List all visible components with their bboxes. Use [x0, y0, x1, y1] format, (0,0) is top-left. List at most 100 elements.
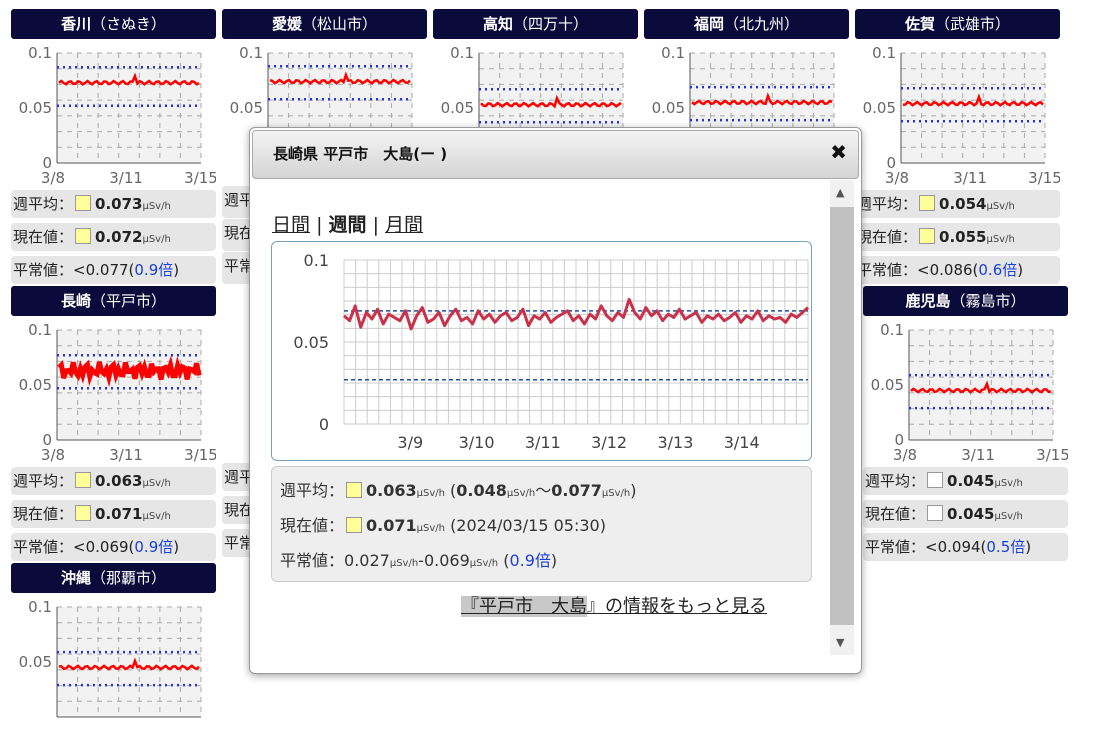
current-value-line: 現在値： 0.071μSv/h (2024/03/15 05:30) [280, 512, 606, 536]
stats-panel: 週平均： 0.063μSv/h (0.048μSv/h～0.077μSv/h) 現… [271, 466, 812, 582]
y-tick-label: 0.05 [863, 99, 896, 117]
unit: μSv/h [142, 234, 171, 245]
prefecture-name: 高知 [482, 15, 513, 33]
mini-chart[interactable]: 0.1 0.05 0 3/8 3/11 3/15 [863, 320, 1068, 462]
city-name: （那覇市） [91, 569, 167, 587]
week-average-value: 0.054 [939, 195, 987, 213]
x-tick-label: 3/11 [109, 169, 143, 185]
level-swatch [927, 472, 944, 488]
station-card-kagoshima[interactable]: 鹿児島（霧島市） 0.1 0.05 0 3/8 3/11 3/15 週平均： 0.045μSv/… [863, 286, 1068, 561]
unit: μSv/h [994, 511, 1023, 522]
x-tick-label: 3/14 [724, 433, 760, 452]
y-tick-label: 0.1 [28, 321, 52, 339]
normal-value: <0.069 [73, 538, 129, 556]
unit: μSv/h [994, 478, 1023, 489]
week-average-row: 週平均： 0.063μSv/h [11, 467, 216, 495]
current-label: 現在値： [280, 516, 345, 535]
x-tick-label: 3/8 [41, 169, 65, 185]
week-average-label: 週平均： [280, 481, 345, 500]
week-max-value: 0.077 [551, 481, 602, 500]
week-average-value: 0.073 [95, 195, 143, 213]
x-tick-label: 3/11 [525, 433, 561, 452]
y-tick-label: 0.05 [441, 99, 474, 117]
city-name: （松山市） [302, 15, 378, 33]
popup-title: 長崎県 平戸市 大島(ー ) [252, 130, 859, 179]
current-value-row: 現在値： 0.055μSv/h [855, 223, 1060, 251]
station-header[interactable]: 佐賀（武雄市） [855, 9, 1060, 39]
ratio-link[interactable]: 0.5倍 [986, 538, 1025, 556]
weekly-chart: 0.1 0.05 0 3/9 3/10 3/11 3/12 3/13 3/14 [271, 241, 812, 461]
station-header[interactable]: 愛媛（松山市） [222, 9, 427, 39]
y-tick-label: 0.05 [230, 99, 263, 117]
scrollbar-thumb[interactable] [830, 207, 854, 625]
current-value: 0.071 [366, 516, 417, 535]
level-swatch [919, 228, 936, 244]
mini-chart-svg: 0.1 0.05 [19, 598, 202, 718]
plot-area [909, 330, 1053, 440]
station-card-okinawa[interactable]: 沖縄（那覇市） 0.1 0.05 [11, 563, 216, 739]
ratio-link[interactable]: 0.9倍 [134, 538, 173, 556]
station-header[interactable]: 沖縄（那覇市） [11, 563, 216, 593]
station-header[interactable]: 長崎（平戸市） [11, 286, 216, 316]
station-card-nagasaki[interactable]: 長崎（平戸市） 0.1 0.05 0 3/8 3/11 3/15 週平均： 0.063μSv/h… [11, 286, 216, 561]
unit: μSv/h [506, 488, 536, 499]
city-name: （霧島市） [950, 292, 1026, 310]
normal-value: <0.077 [73, 261, 129, 279]
mini-chart[interactable]: 0.1 0.05 0 3/8 3/11 3/15 [855, 43, 1060, 185]
prefecture-name: 沖縄 [60, 569, 91, 587]
station-header[interactable]: 鹿児島（霧島市） [863, 286, 1068, 316]
popup-scrollbar[interactable]: ▲ ▼ [830, 180, 854, 655]
scroll-down-icon[interactable]: ▼ [836, 636, 844, 649]
y-tick-label: 0.05 [19, 653, 52, 671]
ratio-link[interactable]: 0.9倍 [509, 551, 550, 570]
ratio-link[interactable]: 0.9倍 [134, 261, 173, 279]
more-info-link[interactable]: 『平戸市 大島』の情報をもっと見る [461, 592, 767, 618]
station-header[interactable]: 香川（さぬき） [11, 9, 216, 39]
week-average-row: 週平均： 0.045μSv/h [863, 467, 1068, 495]
current-value-row: 現在値： 0.045μSv/h [863, 500, 1068, 528]
prefecture-name: 香川 [61, 15, 92, 33]
ratio-link[interactable]: 0.6倍 [978, 261, 1017, 279]
current-time: (2024/03/15 05:30) [450, 516, 606, 535]
normal-label: 平常値： [13, 538, 74, 556]
tab-daily[interactable]: 日間 [272, 214, 310, 236]
week-average-label: 週平均： [865, 472, 926, 490]
current-value: 0.045 [947, 505, 995, 523]
close-icon[interactable]: ✖ [830, 142, 847, 162]
tab-weekly[interactable]: 週間 [329, 214, 367, 236]
normal-value-row: 平常値：<0.069(0.9倍) [11, 533, 216, 561]
station-header[interactable]: 福岡（北九州） [644, 9, 849, 39]
tab-monthly[interactable]: 月間 [385, 214, 423, 236]
station-card-kagawa[interactable]: 香川（さぬき） 0.1 0.05 0 3/8 3/11 3/15 週平均： 0.073μSv/h… [11, 9, 216, 284]
more-info-text: 』の情報をもっと見る [587, 596, 767, 617]
x-tick-label: 3/8 [41, 446, 65, 462]
week-min-value: 0.048 [456, 481, 507, 500]
mini-chart-svg: 0.10.0503/8 3/11 3/15 [863, 44, 1060, 185]
mini-chart[interactable]: 0.1 0.05 [11, 597, 216, 739]
unit: μSv/h [142, 201, 171, 212]
x-tick-label: 3/15 [184, 169, 216, 185]
y-tick-label: 0.05 [19, 376, 52, 394]
scroll-up-icon[interactable]: ▲ [836, 186, 844, 199]
level-swatch [346, 517, 363, 533]
unit: μSv/h [142, 478, 171, 489]
current-value: 0.071 [95, 505, 143, 523]
city-name: （さぬき） [91, 15, 166, 33]
normal-label: 平常値： [857, 261, 918, 279]
station-card-saga[interactable]: 佐賀（武雄市） 0.1 0.05 0 3/8 3/11 3/15 週平均： 0.054μSv/h… [855, 9, 1060, 284]
normal-value-row: 平常値：<0.094(0.5倍) [863, 533, 1068, 561]
week-average-value: 0.045 [947, 472, 995, 490]
unit: μSv/h [986, 234, 1015, 245]
week-average-label: 週平均： [13, 195, 74, 213]
tab-separator: | [372, 214, 379, 236]
current-label: 現在値： [13, 505, 74, 523]
detail-popup: 長崎県 平戸市 大島(ー ) ✖ 日間 | 週間 | 月間 0.1 0.05 0 3/… [249, 127, 862, 674]
prefecture-name: 福岡 [693, 15, 724, 33]
period-tabs: 日間 | 週間 | 月間 [272, 210, 423, 237]
more-info-highlight: 『平戸市 大島 [461, 596, 587, 617]
current-label: 現在値： [865, 505, 926, 523]
mini-chart[interactable]: 0.1 0.05 0 3/8 3/11 3/15 [11, 43, 216, 185]
mini-chart[interactable]: 0.1 0.05 0 3/8 3/11 3/15 [11, 320, 216, 462]
station-header[interactable]: 高知（四万十） [433, 9, 638, 39]
x-tick-label: 3/9 [397, 433, 423, 452]
